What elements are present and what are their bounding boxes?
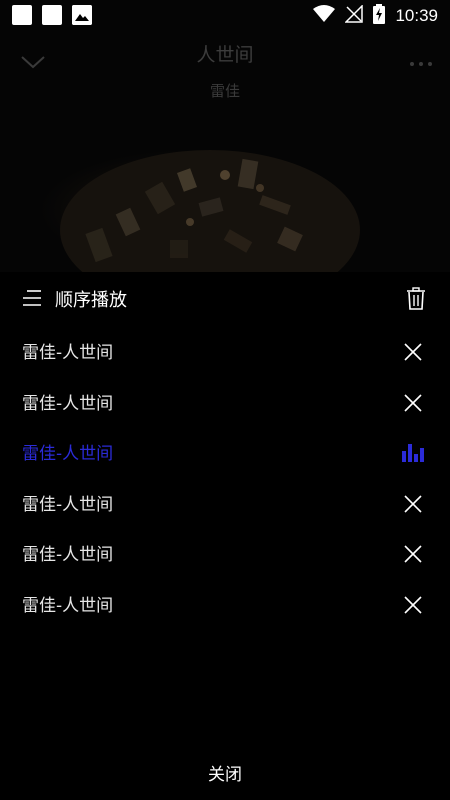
playlist-item-title: 雷佳-人世间 [22, 444, 114, 464]
remove-item-icon[interactable] [404, 545, 422, 563]
wifi-icon [313, 5, 336, 27]
playlist-item[interactable]: 雷佳-人世间 [0, 326, 450, 377]
playlist-sheet: 顺序播放 雷佳-人世间 雷佳-人世间 雷佳-人世间 雷佳-人世间 雷佳-人世间 … [0, 272, 450, 800]
more-options-icon[interactable] [410, 62, 432, 66]
status-bar: 10:39 [0, 0, 450, 30]
image-icon [72, 5, 92, 25]
trash-icon[interactable] [406, 287, 426, 314]
playlist-item[interactable]: 雷佳-人世间 [0, 478, 450, 529]
close-button[interactable]: 关闭 [0, 760, 450, 785]
playlist-item-title: 雷佳-人世间 [22, 494, 114, 515]
now-playing-icon [402, 442, 424, 462]
screen: 人世间 雷佳 10:39 顺序播放 雷佳-人世间 雷佳-人世间 雷佳-人世间 雷… [0, 0, 450, 800]
play-order-icon[interactable] [22, 289, 42, 311]
player-song-title: 人世间 [196, 44, 254, 66]
play-mode-label[interactable]: 顺序播放 [55, 286, 127, 312]
playlist-item-title: 雷佳-人世间 [22, 393, 114, 414]
playlist-item-title: 雷佳-人世间 [22, 343, 114, 363]
playlist: 雷佳-人世间 雷佳-人世间 雷佳-人世间 雷佳-人世间 雷佳-人世间 雷佳-人世… [0, 326, 450, 629]
player-background: 人世间 雷佳 [0, 0, 450, 272]
playlist-item-title: 雷佳-人世间 [22, 545, 114, 565]
playlist-item[interactable]: 雷佳-人世间 [0, 579, 450, 630]
no-signal-icon [344, 4, 364, 27]
notification-square-icon [42, 5, 62, 25]
player-artist: 雷佳 [209, 82, 240, 100]
album-art [50, 140, 370, 272]
remove-item-icon[interactable] [404, 343, 422, 361]
remove-item-icon[interactable] [404, 494, 422, 513]
battery-charging-icon [373, 4, 386, 28]
playlist-item[interactable]: 雷佳-人世间 [0, 377, 450, 428]
notification-square-icon [12, 5, 32, 25]
status-time: 10:39 [395, 6, 438, 25]
playlist-item-title: 雷佳-人世间 [22, 595, 114, 616]
remove-item-icon[interactable] [404, 393, 422, 412]
playlist-item-playing[interactable]: 雷佳-人世间 [0, 427, 450, 478]
remove-item-icon[interactable] [404, 595, 422, 614]
playlist-item[interactable]: 雷佳-人世间 [0, 528, 450, 579]
playlist-header: 顺序播放 [0, 272, 450, 326]
